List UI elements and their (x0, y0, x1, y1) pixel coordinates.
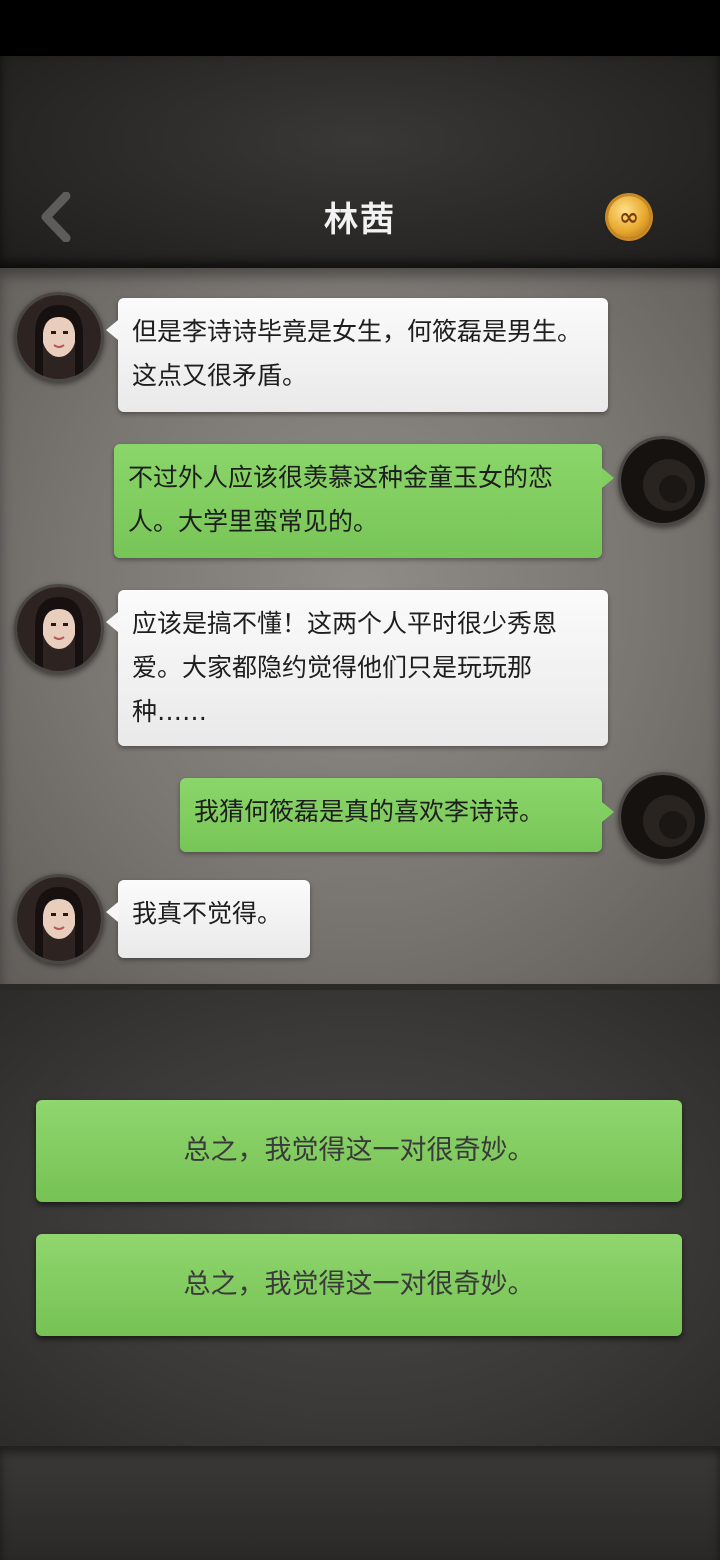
chat-area[interactable]: 但是李诗诗毕竟是女生，何筱磊是男生。这点又很矛盾。 不过外人应该很羡慕这种金童玉… (0, 268, 720, 984)
choice-button[interactable]: 总之，我觉得这一对很奇妙。 (36, 1100, 682, 1202)
message-bubble-other: 我真不觉得。 (106, 880, 310, 958)
player-silhouette-icon (621, 439, 705, 523)
contact-avatar (14, 292, 104, 382)
contact-avatar (14, 874, 104, 964)
header: 林茜 ∞ (0, 56, 720, 268)
infinity-coin-icon: ∞ (619, 203, 639, 231)
message-bubble-me: 我猜何筱磊是真的喜欢李诗诗。 (180, 778, 614, 852)
player-silhouette-icon (621, 775, 705, 859)
player-avatar (618, 772, 708, 862)
portrait-icon (17, 587, 101, 671)
message-bubble-me: 不过外人应该很羡慕这种金童玉女的恋人。大学里蛮常见的。 (114, 444, 614, 558)
contact-avatar (14, 584, 104, 674)
player-avatar (618, 436, 708, 526)
portrait-icon (17, 295, 101, 379)
message-bubble-other: 应该是搞不懂！这两个人平时很少秀恩爱。大家都隐约觉得他们只是玩玩那种…… (106, 590, 608, 746)
footer-bar (0, 1446, 720, 1560)
choice-panel: 总之，我觉得这一对很奇妙。 总之，我觉得这一对很奇妙。 (0, 984, 720, 1452)
status-bar (0, 0, 720, 56)
coin-button[interactable]: ∞ (608, 196, 650, 238)
portrait-icon (17, 877, 101, 961)
message-bubble-other: 但是李诗诗毕竟是女生，何筱磊是男生。这点又很矛盾。 (106, 298, 608, 412)
choice-button[interactable]: 总之，我觉得这一对很奇妙。 (36, 1234, 682, 1336)
